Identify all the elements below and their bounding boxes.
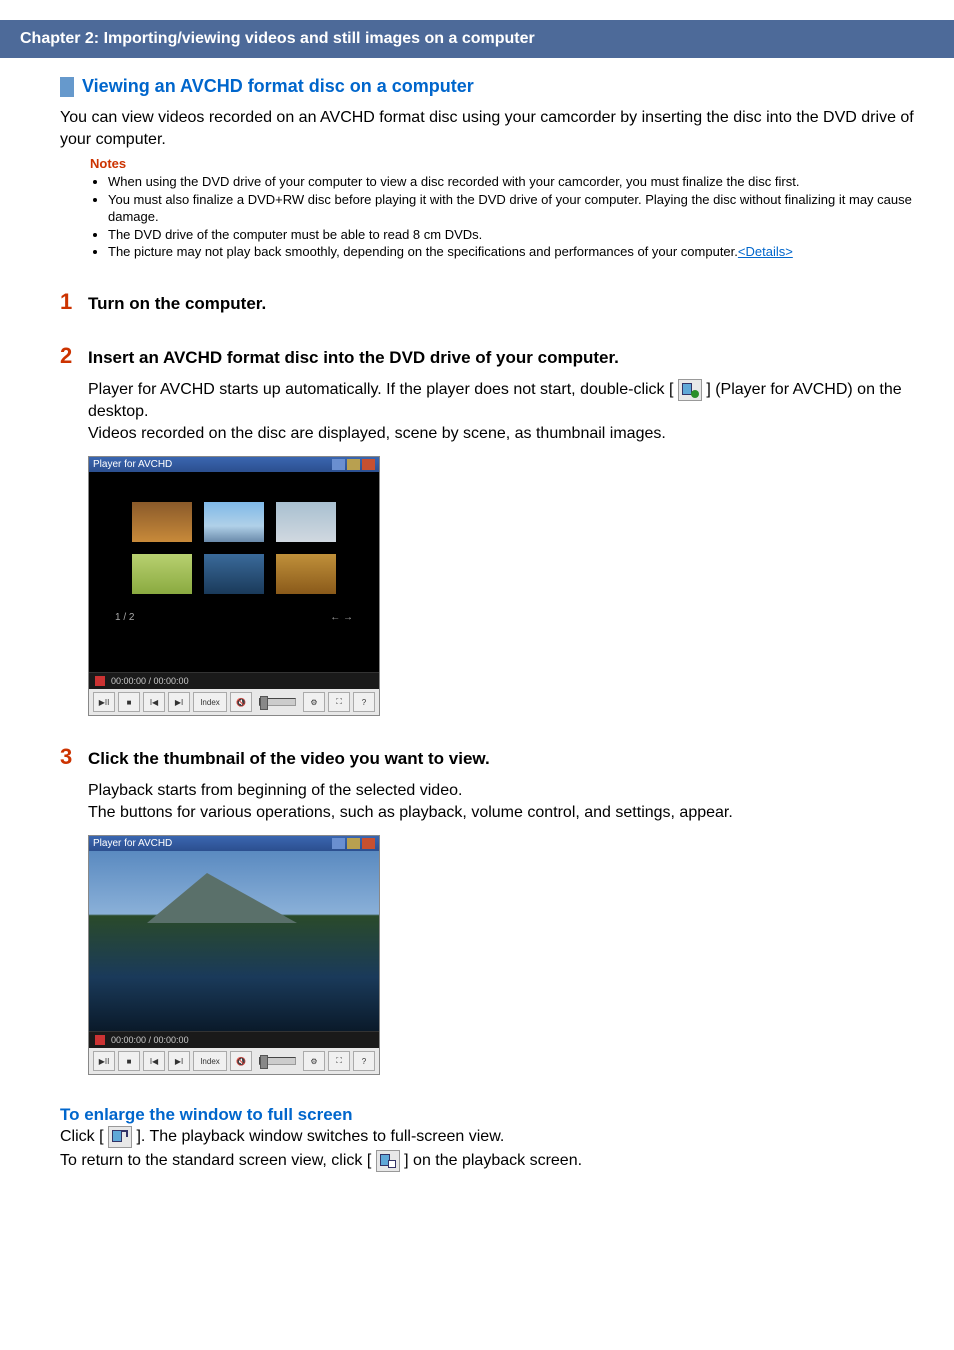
window-buttons — [332, 459, 375, 470]
fullscreen-button[interactable]: ⛶ — [328, 1051, 350, 1071]
note-item: You must also finalize a DVD+RW disc bef… — [108, 191, 914, 226]
next-button[interactable]: ▶I — [168, 692, 190, 712]
control-bar: ▶II ■ I◀ ▶I Index 🔇 ⚙ ⛶ ? — [89, 689, 379, 715]
window-buttons — [332, 838, 375, 849]
player-avchd-icon — [678, 379, 702, 401]
stop-button[interactable]: ■ — [118, 1051, 140, 1071]
note-item: The picture may not play back smoothly, … — [108, 243, 914, 261]
minimize-icon[interactable] — [332, 459, 345, 470]
step-text: Videos recorded on the disc are displaye… — [88, 425, 666, 442]
page-indicator: 1 / 2 — [115, 612, 134, 623]
play-button[interactable]: ▶II — [93, 1051, 115, 1071]
window-titlebar: Player for AVCHD — [89, 457, 379, 472]
close-icon[interactable] — [362, 459, 375, 470]
section-title-row: Viewing an AVCHD format disc on a comput… — [60, 76, 914, 97]
help-button[interactable]: ? — [353, 692, 375, 712]
prev-button[interactable]: I◀ — [143, 692, 165, 712]
status-bar: 00:00:00 / 00:00:00 — [89, 1031, 379, 1048]
volume-slider[interactable] — [259, 1057, 296, 1065]
stop-button[interactable]: ■ — [118, 692, 140, 712]
step-title: Click the thumbnail of the video you wan… — [88, 749, 490, 769]
window-title: Player for AVCHD — [93, 838, 172, 849]
details-link[interactable]: <Details> — [738, 244, 793, 259]
standard-view-icon — [376, 1150, 400, 1172]
fullscreen-body: Click [ ]. The playback window switches … — [60, 1125, 914, 1173]
video-content — [147, 873, 297, 923]
step-text: Playback starts from beginning of the se… — [88, 782, 462, 799]
section-title: Viewing an AVCHD format disc on a comput… — [82, 76, 474, 97]
fullscreen-text: ] on the playback screen. — [400, 1152, 582, 1169]
notes-block: Notes When using the DVD drive of your c… — [90, 156, 914, 261]
settings-button[interactable]: ⚙ — [303, 692, 325, 712]
fullscreen-button[interactable]: ⛶ — [328, 692, 350, 712]
control-bar: ▶II ■ I◀ ▶I Index 🔇 ⚙ ⛶ ? — [89, 1048, 379, 1074]
fullscreen-text: To return to the standard screen view, c… — [60, 1152, 376, 1169]
video-thumbnail[interactable] — [276, 554, 336, 594]
maximize-icon[interactable] — [347, 838, 360, 849]
page-content: Viewing an AVCHD format disc on a comput… — [0, 76, 954, 1173]
step-2: 2 Insert an AVCHD format disc into the D… — [60, 343, 914, 716]
step-body: Playback starts from beginning of the se… — [88, 780, 914, 823]
stop-icon — [95, 1035, 105, 1045]
video-playback-area — [89, 851, 379, 1031]
fullscreen-icon — [108, 1126, 132, 1148]
fullscreen-text: ]. The playback window switches to full-… — [132, 1128, 504, 1145]
mute-button[interactable]: 🔇 — [230, 692, 252, 712]
next-button[interactable]: ▶I — [168, 1051, 190, 1071]
player-screenshot-playback: Player for AVCHD 00:00:00 / 00:00:00 ▶II… — [88, 835, 380, 1075]
time-display: 00:00:00 / 00:00:00 — [111, 676, 189, 686]
player-screenshot-thumbnails: Player for AVCHD 1 / 2 — [88, 456, 380, 716]
step-text: The buttons for various operations, such… — [88, 804, 733, 821]
settings-button[interactable]: ⚙ — [303, 1051, 325, 1071]
prev-button[interactable]: I◀ — [143, 1051, 165, 1071]
step-title: Insert an AVCHD format disc into the DVD… — [88, 348, 619, 368]
maximize-icon[interactable] — [347, 459, 360, 470]
close-icon[interactable] — [362, 838, 375, 849]
step-title: Turn on the computer. — [88, 294, 266, 314]
stop-icon — [95, 676, 105, 686]
video-thumbnail[interactable] — [204, 554, 264, 594]
intro-paragraph: You can view videos recorded on an AVCHD… — [60, 107, 914, 150]
minimize-icon[interactable] — [332, 838, 345, 849]
section-marker — [60, 77, 74, 97]
video-thumbnail[interactable] — [132, 502, 192, 542]
play-button[interactable]: ▶II — [93, 692, 115, 712]
chapter-header: Chapter 2: Importing/viewing videos and … — [0, 20, 954, 58]
note-item: When using the DVD drive of your compute… — [108, 173, 914, 191]
step-body: Player for AVCHD starts up automatically… — [88, 379, 914, 444]
status-bar: 00:00:00 / 00:00:00 — [89, 672, 379, 689]
video-thumbnail[interactable] — [276, 502, 336, 542]
thumbnail-area: 1 / 2 ← → — [89, 472, 379, 672]
step-number: 2 — [60, 343, 78, 369]
volume-slider[interactable] — [259, 698, 296, 706]
time-display: 00:00:00 / 00:00:00 — [111, 1035, 189, 1045]
video-thumbnail[interactable] — [204, 502, 264, 542]
step-1: 1 Turn on the computer. — [60, 289, 914, 315]
step-3: 3 Click the thumbnail of the video you w… — [60, 744, 914, 1075]
step-text: Player for AVCHD starts up automatically… — [88, 381, 678, 398]
mute-button[interactable]: 🔇 — [230, 1051, 252, 1071]
window-titlebar: Player for AVCHD — [89, 836, 379, 851]
note-item: The DVD drive of the computer must be ab… — [108, 226, 914, 244]
notes-label: Notes — [90, 156, 914, 171]
step-number: 1 — [60, 289, 78, 315]
fullscreen-text: Click [ — [60, 1128, 108, 1145]
step-number: 3 — [60, 744, 78, 770]
fullscreen-heading: To enlarge the window to full screen — [60, 1105, 914, 1125]
index-button[interactable]: Index — [193, 692, 227, 712]
video-thumbnail[interactable] — [132, 554, 192, 594]
index-button[interactable]: Index — [193, 1051, 227, 1071]
help-button[interactable]: ? — [353, 1051, 375, 1071]
page-arrows[interactable]: ← → — [330, 612, 353, 623]
window-title: Player for AVCHD — [93, 459, 172, 470]
